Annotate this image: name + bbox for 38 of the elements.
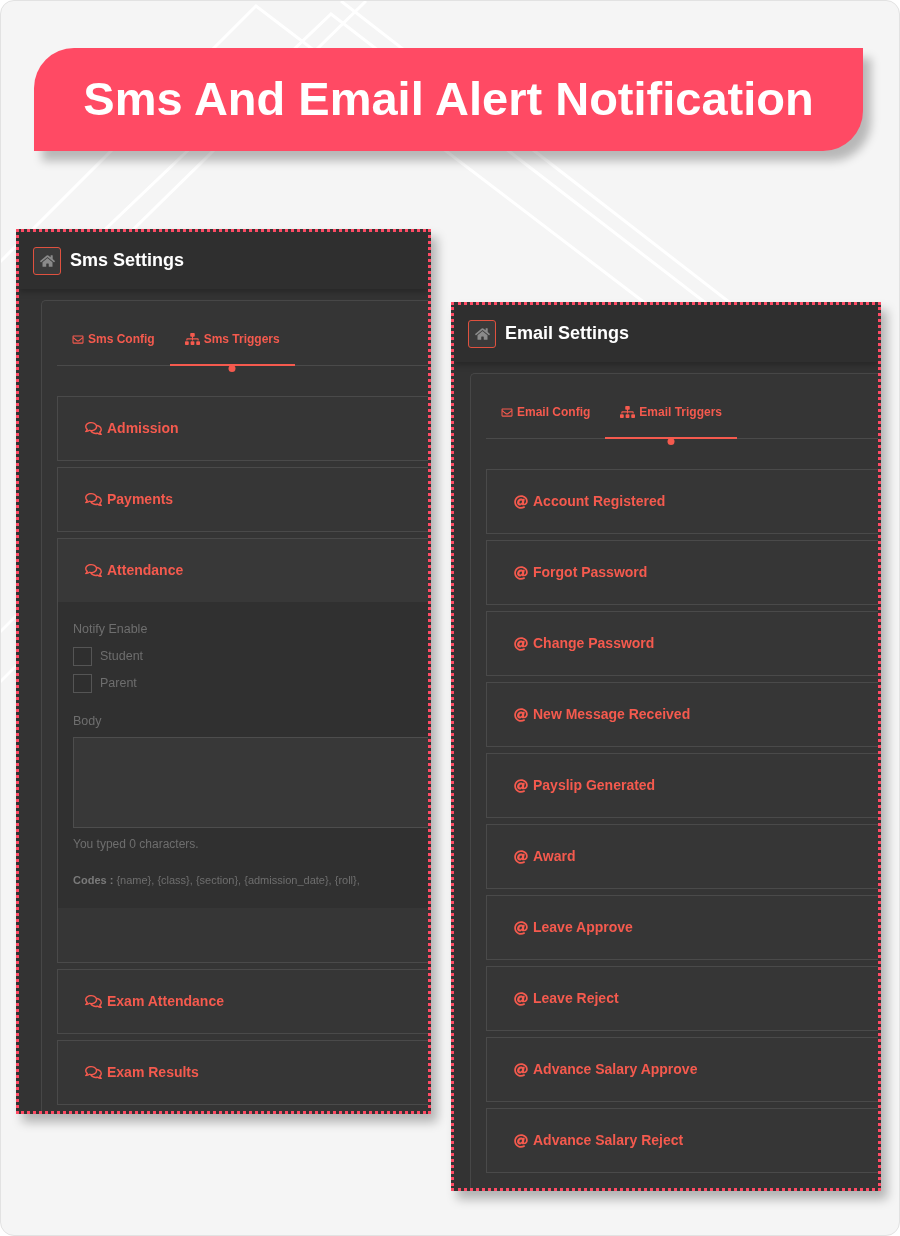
tab[interactable]: Email Config (486, 387, 606, 439)
checkbox-label: Parent (100, 675, 137, 692)
at-sign-icon (514, 920, 528, 935)
character-counter: You typed 0 characters. (73, 836, 199, 853)
at-sign-icon (514, 636, 528, 651)
at-sign-icon (514, 991, 528, 1006)
speech-bubbles-icon (85, 421, 102, 436)
at-sign-icon (514, 494, 528, 509)
checkbox[interactable] (73, 674, 92, 693)
checkbox-label: Student (100, 648, 144, 665)
panel-title: Email Settings (505, 322, 630, 345)
home-icon (474, 326, 490, 341)
sitemap-icon (184, 333, 200, 345)
speech-bubbles-icon (85, 492, 102, 507)
notify-label: Notify Enable (73, 621, 148, 638)
checkbox[interactable] (73, 647, 92, 666)
speech-bubbles-icon (85, 1065, 102, 1080)
tab[interactable]: Email Triggers (605, 387, 738, 439)
at-sign-icon (514, 1062, 528, 1077)
tab[interactable]: Sms Config (57, 314, 170, 366)
at-sign-icon (514, 778, 528, 793)
envelope-icon (501, 406, 513, 418)
tab[interactable]: Sms Triggers (169, 314, 295, 366)
speech-bubbles-icon (85, 994, 102, 1009)
at-sign-icon (514, 1133, 528, 1148)
speech-bubbles-icon (85, 563, 102, 578)
envelope-icon (72, 333, 84, 345)
home-button[interactable] (468, 319, 496, 348)
at-sign-icon (514, 707, 528, 722)
at-sign-icon (514, 849, 528, 864)
home-button[interactable] (33, 246, 61, 275)
sitemap-icon (620, 406, 636, 418)
codes-hint: Codes : {name}, {class}, {section}, {admission_date}, {roll}, (73, 873, 360, 888)
at-sign-icon (514, 565, 528, 580)
panel-title: Sms Settings (70, 249, 185, 272)
body-label: Body (73, 713, 102, 730)
title-banner: Sms And Email Alert Notification (34, 48, 863, 151)
home-icon (39, 253, 55, 268)
